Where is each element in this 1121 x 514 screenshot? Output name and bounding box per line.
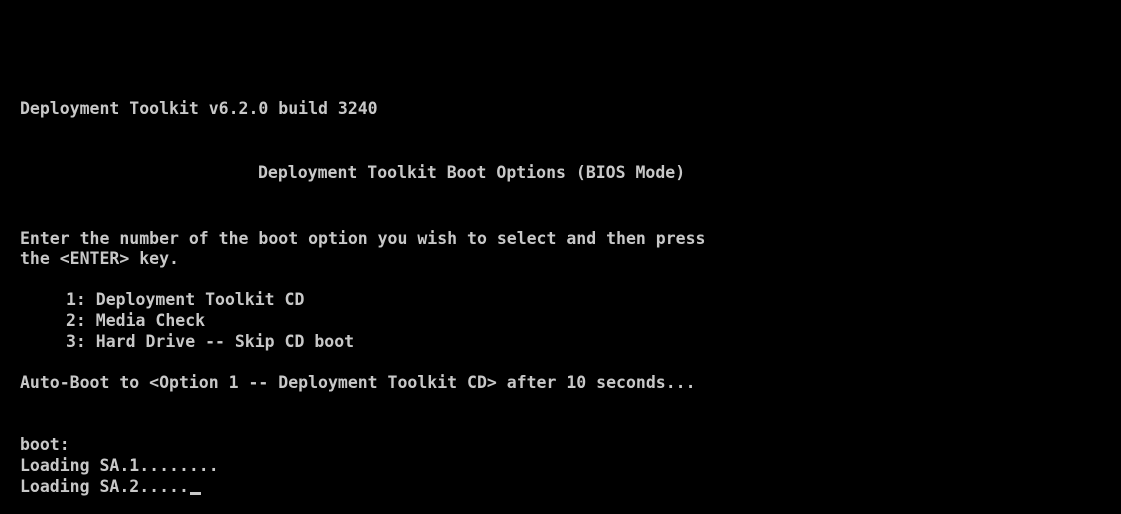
loading-line-2-text: Loading SA.2..... bbox=[20, 477, 189, 496]
loading-line-1: Loading SA.1........ bbox=[20, 456, 219, 475]
boot-option-1[interactable]: 1: Deployment Toolkit CD bbox=[66, 290, 304, 310]
version-line: Deployment Toolkit v6.2.0 build 3240 bbox=[20, 99, 378, 118]
loading-line-2: Loading SA.2..... bbox=[20, 477, 201, 497]
boot-console-screen: Deployment Toolkit v6.2.0 build 3240 Dep… bbox=[0, 0, 1121, 514]
boot-option-2[interactable]: 2: Media Check bbox=[66, 311, 205, 331]
instruction-line-1: Enter the number of the boot option you … bbox=[20, 229, 706, 248]
autoboot-message: Auto-Boot to <Option 1 -- Deployment Too… bbox=[20, 373, 696, 392]
boot-option-3[interactable]: 3: Hard Drive -- Skip CD boot bbox=[66, 332, 354, 352]
boot-prompt[interactable]: boot: bbox=[20, 435, 70, 455]
text-cursor bbox=[189, 492, 201, 495]
header-bottom-rule bbox=[20, 188, 1121, 196]
instruction-line-2: the <ENTER> key. bbox=[20, 249, 179, 268]
header-top-rule bbox=[20, 146, 1121, 154]
boot-options-title: Deployment Toolkit Boot Options (BIOS Mo… bbox=[258, 163, 686, 182]
